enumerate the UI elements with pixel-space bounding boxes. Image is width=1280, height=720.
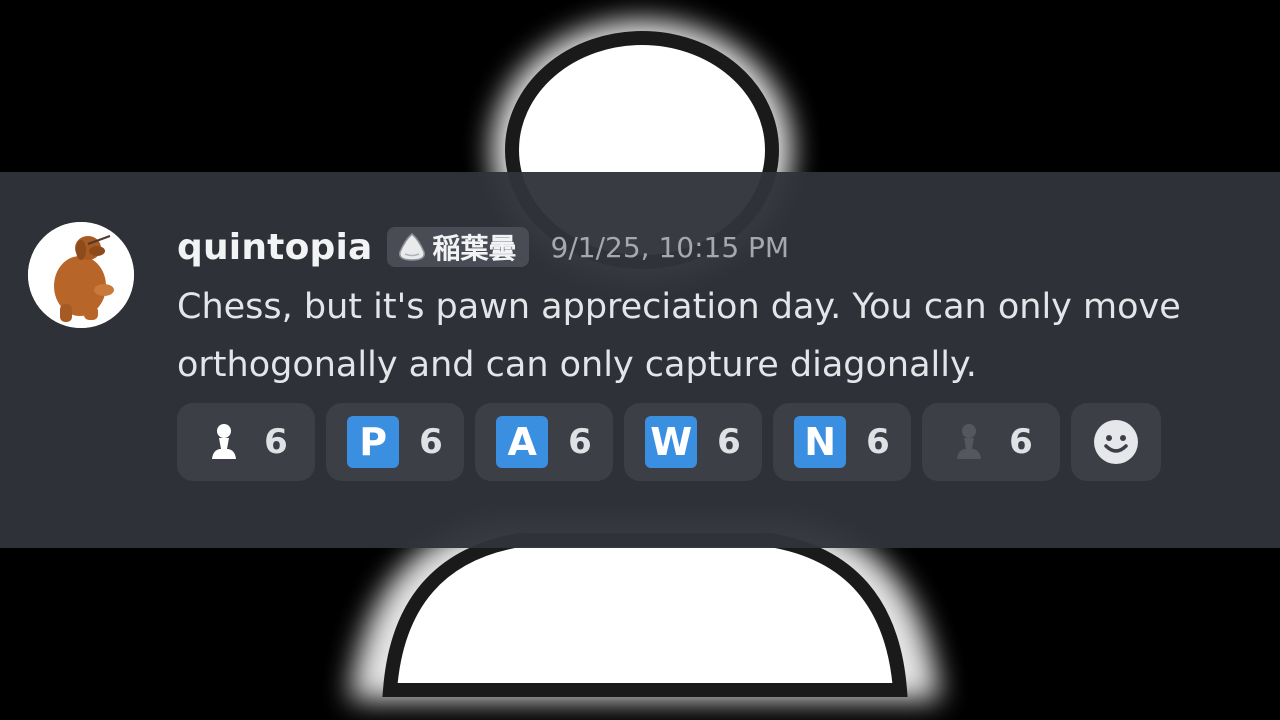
chat-message[interactable]: quintopia 稲葉曇 9/1/25, 10:15 PM Chess, bu… xyxy=(0,172,1280,548)
letter-n-icon: N xyxy=(794,416,847,468)
role-tag-text: 稲葉曇 xyxy=(432,232,517,265)
avatar[interactable] xyxy=(28,222,134,328)
black-pawn-icon xyxy=(957,424,982,459)
white-pawn-icon xyxy=(212,424,237,459)
reaction-count: 6 xyxy=(866,422,890,462)
reaction-letter-p[interactable]: P 6 xyxy=(326,403,464,481)
reaction-count: 6 xyxy=(1009,422,1033,462)
reaction-letter-w[interactable]: W 6 xyxy=(624,403,762,481)
reaction-white-pawn[interactable]: 6 xyxy=(177,403,315,481)
reaction-bar: 6 P 6 A 6 W 6 N 6 6 xyxy=(177,403,1161,481)
reaction-letter-n[interactable]: N 6 xyxy=(773,403,911,481)
dog-avatar-image xyxy=(28,222,134,328)
letter-p-icon: P xyxy=(347,416,400,468)
role-tag[interactable]: 稲葉曇 xyxy=(386,227,529,267)
video-frame: quintopia 稲葉曇 9/1/25, 10:15 PM Chess, bu… xyxy=(0,0,1280,720)
reaction-count: 6 xyxy=(419,422,443,462)
letter-w-icon: W xyxy=(645,416,698,468)
message-content: Chess, but it's pawn appreciation day. Y… xyxy=(177,287,1181,385)
smiley-icon xyxy=(1094,420,1138,464)
reaction-letter-a[interactable]: A 6 xyxy=(475,403,613,481)
reaction-count: 6 xyxy=(717,422,741,462)
rice-ball-icon xyxy=(398,233,425,261)
add-reaction-button[interactable] xyxy=(1071,403,1161,481)
reaction-count: 6 xyxy=(264,422,288,462)
message-header: quintopia 稲葉曇 9/1/25, 10:15 PM xyxy=(177,222,789,272)
author-name[interactable]: quintopia xyxy=(177,227,373,268)
reaction-count: 6 xyxy=(568,422,592,462)
letter-a-icon: A xyxy=(496,416,549,468)
message-timestamp[interactable]: 9/1/25, 10:15 PM xyxy=(551,231,790,264)
reaction-black-pawn[interactable]: 6 xyxy=(922,403,1060,481)
